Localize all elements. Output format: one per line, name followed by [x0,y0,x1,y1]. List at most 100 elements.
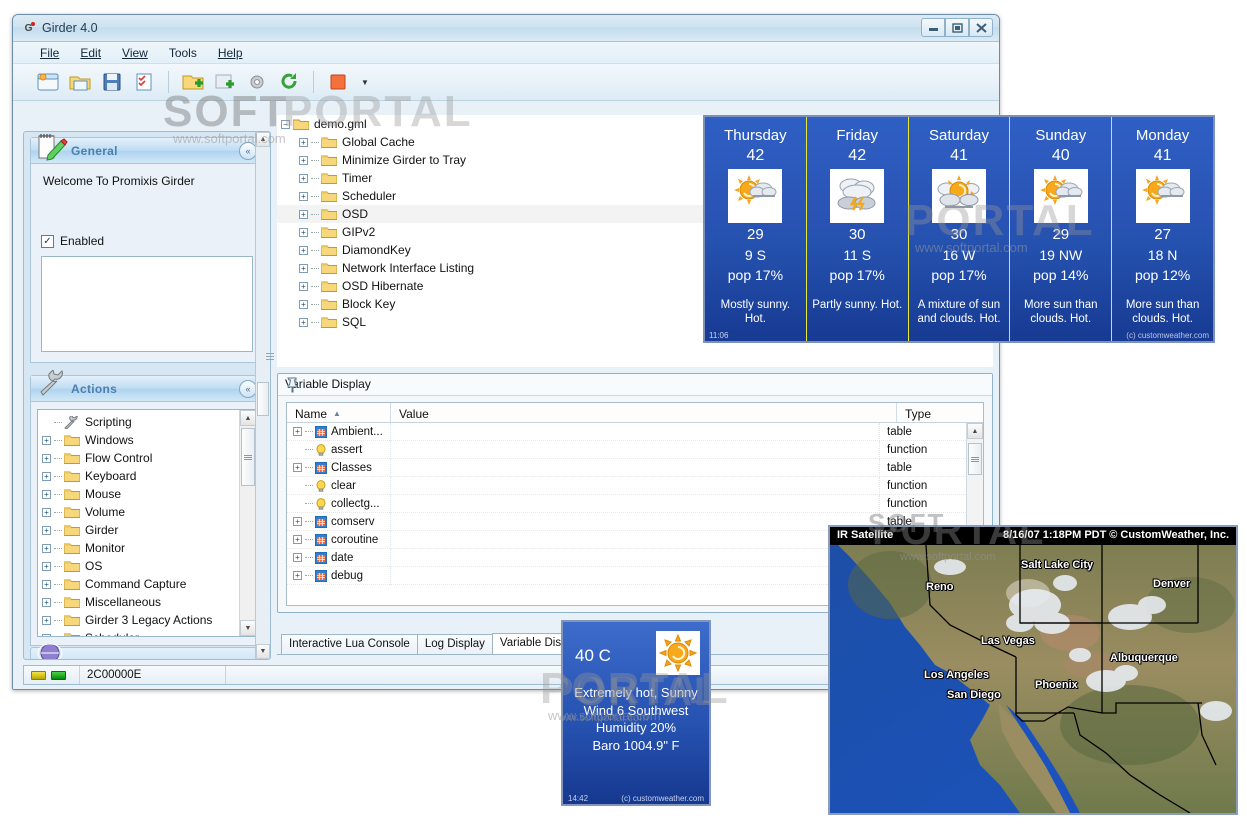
actions-tree-item[interactable]: + Mouse [42,485,239,503]
actions-tree-item[interactable]: + Flow Control [42,449,239,467]
table-row[interactable]: + Ambient... table [287,423,966,441]
checklist-icon[interactable] [129,67,159,97]
expand-icon[interactable]: + [299,155,308,165]
expand-icon[interactable]: + [299,173,308,183]
menu-edit[interactable]: Edit [71,44,110,62]
horizontal-splitter[interactable] [265,351,275,365]
refresh-icon[interactable] [274,67,304,97]
tab-log-display[interactable]: Log Display [416,634,493,654]
expand-icon[interactable]: + [42,507,51,517]
folder-icon [320,262,338,275]
expand-icon[interactable]: + [299,281,308,291]
dock-scroll-thumb[interactable] [257,382,269,416]
expand-icon[interactable]: + [299,191,308,201]
table-row[interactable]: collectg... function [287,494,966,513]
actions-tree-item-label: Flow Control [85,451,153,465]
expand-icon[interactable]: + [42,489,51,499]
actions-tree-item[interactable]: + Monitor [42,539,239,557]
enabled-checkbox-row[interactable]: ✓ Enabled [41,234,253,248]
expand-icon[interactable]: + [293,535,302,544]
general-panel-title: General [71,143,118,158]
forecast-high: 40 [1051,147,1070,164]
add-folder-icon[interactable] [178,67,208,97]
third-panel-header[interactable] [30,643,266,659]
expand-icon[interactable]: + [42,579,51,589]
pin-icon[interactable] [285,377,299,393]
grid-scroll-up[interactable]: ▲ [967,423,983,439]
actions-tree-item[interactable]: + Miscellaneous [42,593,239,611]
expand-icon[interactable]: + [42,561,51,571]
menu-tools[interactable]: Tools [160,44,206,62]
expand-icon[interactable]: + [293,463,302,472]
notes-textarea[interactable] [41,256,253,352]
expand-icon[interactable]: + [42,633,51,636]
expand-icon[interactable]: + [293,571,302,580]
actions-tree-item[interactable]: + Girder 3 Legacy Actions [42,611,239,629]
left-dock-scrollbar[interactable]: ▲ ▼ [255,132,270,659]
expand-icon[interactable]: + [299,137,308,147]
table-row[interactable]: assert function [287,440,966,459]
minimize-button[interactable] [921,18,945,37]
actions-tree-item[interactable]: + OS [42,557,239,575]
menu-file[interactable]: File [31,44,68,62]
menu-view[interactable]: View [113,44,157,62]
column-header-value[interactable]: Value [391,403,897,422]
save-disk-icon[interactable] [97,67,127,97]
expand-icon[interactable]: + [299,209,308,219]
expand-icon[interactable]: + [42,453,51,463]
actions-tree-item[interactable]: Scripting [42,413,239,431]
expand-icon[interactable]: + [299,227,308,237]
table-row[interactable]: clear function [287,476,966,495]
actions-panel-header[interactable]: Actions « [31,369,263,402]
expand-icon[interactable]: + [42,543,51,553]
table-row[interactable]: + Classes table [287,458,966,477]
folder-icon [63,470,81,483]
expand-icon[interactable]: + [42,471,51,481]
open-folder-icon[interactable] [65,67,95,97]
new-icon[interactable] [33,67,63,97]
actions-tree[interactable]: Scripting + Windows + Flow Control + Keyboard +… [37,409,257,637]
scroll-down-arrow[interactable]: ▼ [240,620,256,636]
actions-tree-item[interactable]: + Windows [42,431,239,449]
menu-help[interactable]: Help [209,44,252,62]
scroll-up-arrow[interactable]: ▲ [240,410,256,426]
column-header-name[interactable]: Name ▲ [287,403,391,422]
tree-root-expander[interactable]: − [281,119,290,129]
toolbar-overflow-dropdown[interactable]: ▼ [361,78,369,87]
dock-scroll-up[interactable]: ▲ [256,132,270,147]
expand-icon[interactable]: + [299,245,308,255]
actions-tree-item[interactable]: + Volume [42,503,239,521]
grid-scroll-thumb[interactable] [968,443,982,475]
maximize-button[interactable] [945,18,969,37]
actions-tree-scrollbar[interactable]: ▲ ▼ [239,410,256,636]
expand-icon[interactable]: + [293,517,302,526]
expand-icon[interactable]: + [293,553,302,562]
expand-icon[interactable]: + [299,263,308,273]
forecast-high: 41 [950,147,968,164]
general-panel-header[interactable]: General « [31,134,263,164]
scroll-thumb[interactable] [241,428,255,486]
close-button[interactable] [969,18,993,37]
expand-icon[interactable]: + [299,317,308,327]
expand-icon[interactable]: + [42,597,51,607]
expand-icon[interactable]: + [42,615,51,625]
expand-icon[interactable]: + [42,525,51,535]
tree-connector [305,575,313,576]
forecast-pop: pop 17% [931,267,987,283]
actions-tree-item[interactable]: + Keyboard [42,467,239,485]
enabled-checkbox[interactable]: ✓ [41,234,54,248]
cell-value [391,494,880,513]
dock-scroll-down[interactable]: ▼ [256,644,270,659]
actions-tree-item[interactable]: + Girder [42,521,239,539]
expand-icon[interactable]: + [293,427,302,436]
gear-icon[interactable] [242,67,272,97]
stop-icon[interactable] [323,67,353,97]
forecast-low: 29 [1052,226,1070,243]
expand-icon[interactable]: + [42,435,51,445]
actions-tree-item[interactable]: + Scheduler [42,629,239,636]
add-command-icon[interactable] [210,67,240,97]
expand-icon[interactable]: + [299,299,308,309]
actions-tree-item[interactable]: + Command Capture [42,575,239,593]
column-header-type[interactable]: Type [897,403,983,422]
tab-interactive-lua-console[interactable]: Interactive Lua Console [281,634,418,654]
